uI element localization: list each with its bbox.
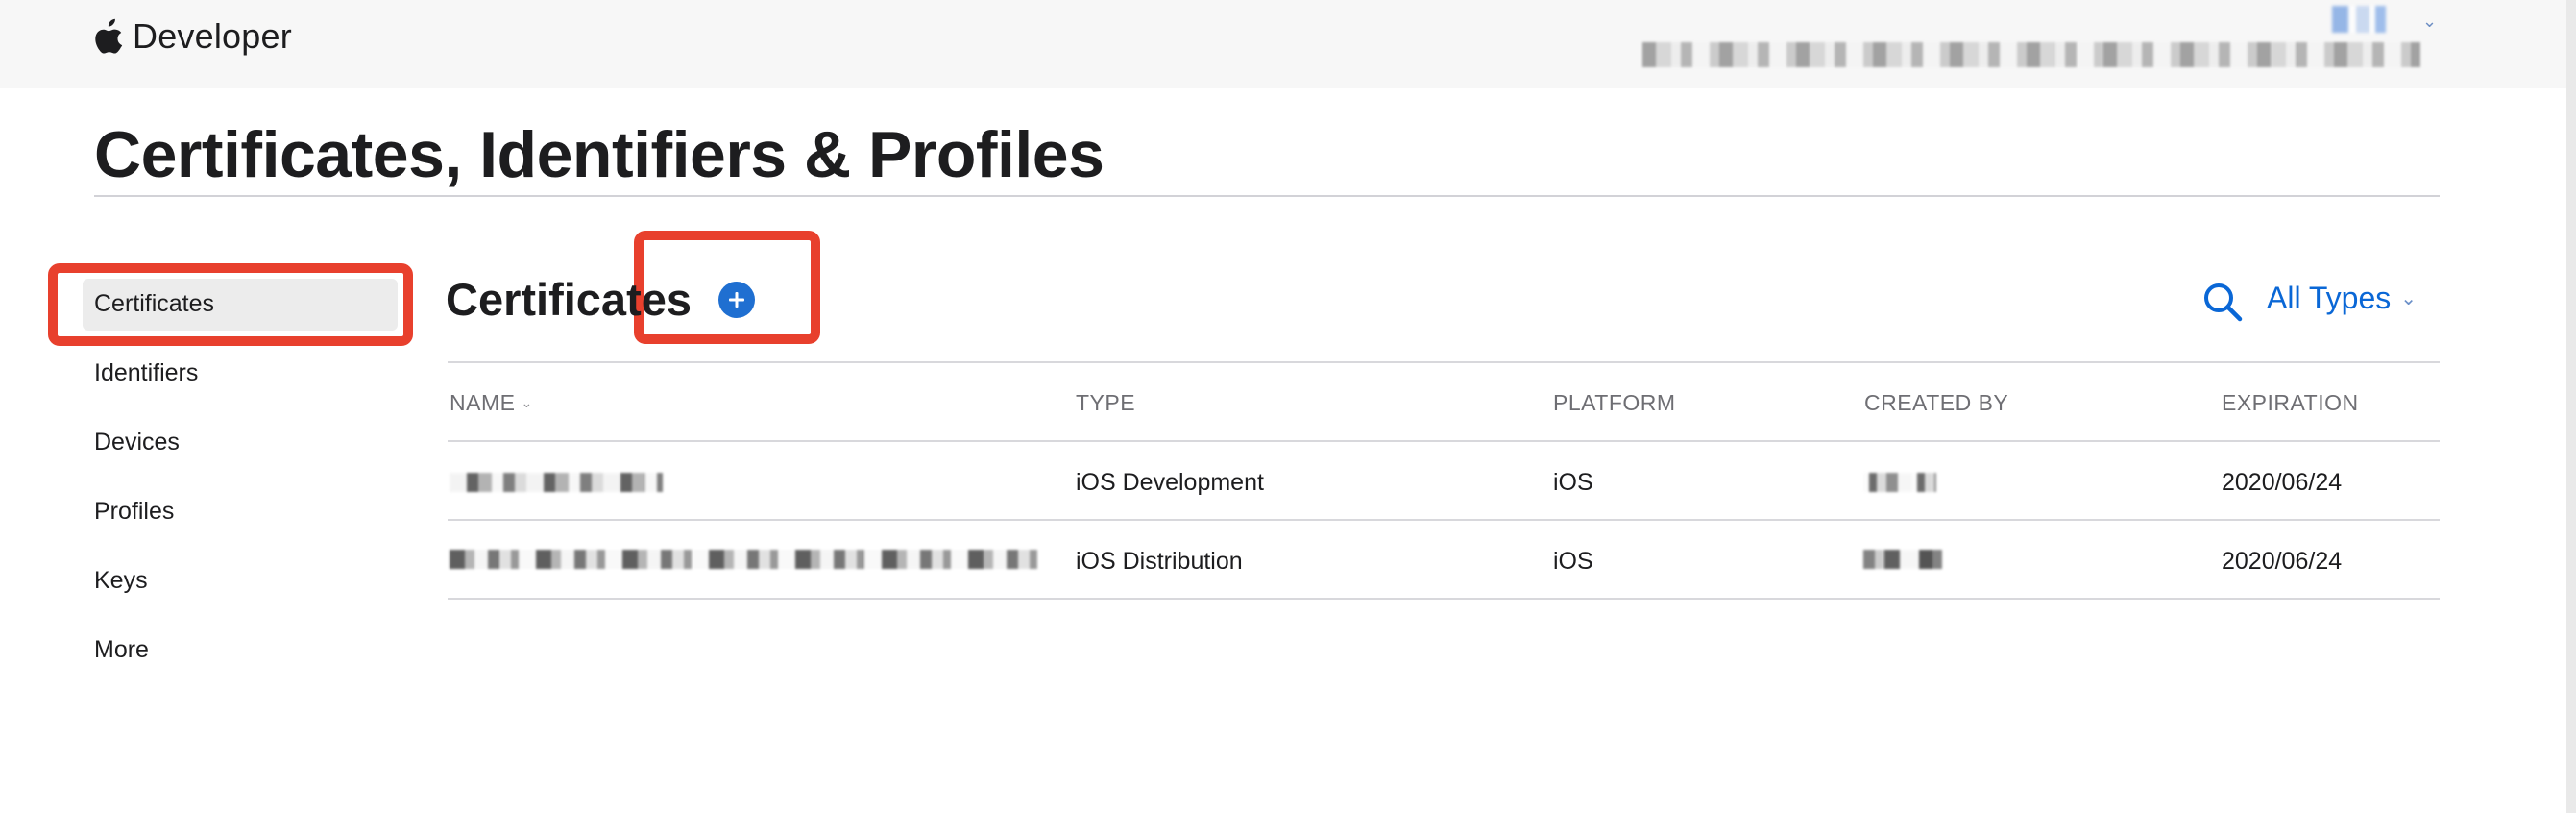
section-title: Certificates bbox=[446, 274, 692, 325]
created-by-redacted bbox=[1863, 473, 1936, 492]
cell-type: iOS Distribution bbox=[1076, 548, 1243, 575]
cell-expiration: 2020/06/24 bbox=[2222, 548, 2343, 575]
sidebar-item-devices[interactable]: Devices bbox=[94, 429, 180, 456]
certificate-name-redacted bbox=[450, 550, 1037, 569]
sidebar-item-keys[interactable]: Keys bbox=[94, 567, 148, 595]
column-header-name-label: NAME bbox=[450, 390, 516, 415]
cell-platform: iOS bbox=[1553, 469, 1593, 496]
sort-chevron-icon: ⌄ bbox=[521, 395, 533, 410]
column-header-name[interactable]: NAME ⌄ bbox=[450, 390, 533, 416]
column-header-type: TYPE bbox=[1076, 390, 1136, 415]
cell-type: iOS Development bbox=[1076, 469, 1264, 496]
table-bottom-divider bbox=[448, 598, 2440, 600]
created-by-redacted bbox=[1863, 550, 1942, 569]
sidebar-item-more[interactable]: More bbox=[94, 636, 149, 664]
search-icon bbox=[2204, 283, 2243, 322]
filter-label: All Types bbox=[2267, 281, 2392, 315]
cell-platform: iOS bbox=[1553, 548, 1593, 575]
table-header-divider bbox=[448, 440, 2440, 442]
sidebar-item-profiles[interactable]: Profiles bbox=[94, 498, 174, 526]
annotation-highlight-certificates bbox=[48, 263, 413, 346]
sidebar-item-identifiers[interactable]: Identifiers bbox=[94, 359, 198, 387]
developer-logo-link[interactable]: Developer bbox=[94, 15, 292, 58]
type-filter-dropdown[interactable]: All Types ⌄ bbox=[2267, 281, 2417, 316]
account-chevron-down-icon[interactable]: ⌄ bbox=[2422, 12, 2437, 32]
table-row-divider bbox=[448, 519, 2440, 521]
table-top-divider bbox=[448, 361, 2440, 363]
column-header-expiration: EXPIRATION bbox=[2222, 390, 2359, 415]
window-edge bbox=[2566, 0, 2576, 813]
plus-circle-icon bbox=[729, 292, 744, 308]
chevron-down-icon: ⌄ bbox=[2400, 288, 2418, 309]
cell-expiration: 2020/06/24 bbox=[2222, 469, 2343, 496]
certificate-name-redacted bbox=[450, 473, 663, 492]
account-team-name-redacted[interactable] bbox=[1642, 42, 2420, 67]
top-nav-bar: Developer ⌄ bbox=[0, 0, 2566, 88]
brand-name: Developer bbox=[133, 16, 292, 56]
account-avatar[interactable] bbox=[2332, 6, 2386, 33]
title-divider bbox=[94, 195, 2440, 197]
column-header-created-by: CREATED BY bbox=[1864, 390, 2009, 415]
page-title: Certificates, Identifiers & Profiles bbox=[94, 118, 1105, 191]
apple-logo-icon bbox=[95, 18, 123, 54]
add-certificate-button[interactable] bbox=[718, 282, 755, 318]
search-button[interactable] bbox=[2201, 281, 2244, 323]
column-header-platform: PLATFORM bbox=[1553, 390, 1676, 415]
